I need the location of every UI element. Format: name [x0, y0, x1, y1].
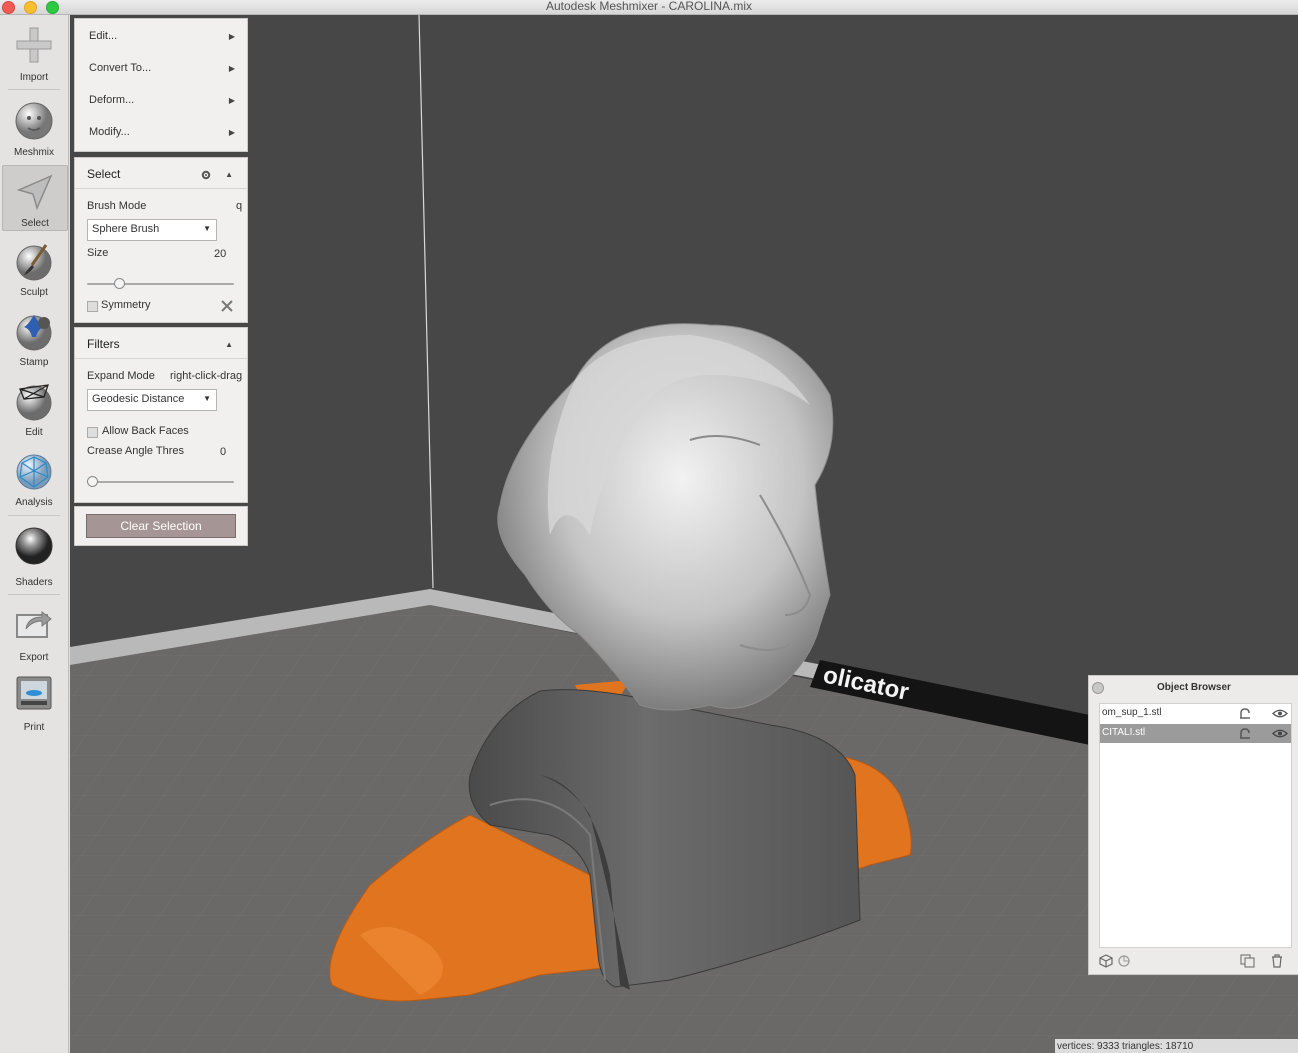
eye-icon[interactable] [1272, 728, 1288, 739]
printer-icon [16, 676, 52, 710]
size-value: 20 [214, 248, 227, 260]
toolbar-analysis-button[interactable]: Analysis [2, 447, 66, 509]
toolbar-export-label: Export [19, 652, 49, 663]
menu-convert-arrow-icon: ▶ [228, 64, 235, 73]
object-lock-icon[interactable] [1238, 707, 1252, 720]
duplicate-icon[interactable] [1240, 954, 1255, 968]
expand-mode-label: Expand Mode [87, 370, 155, 382]
object-lock-icon[interactable] [1238, 727, 1252, 740]
toolbar-import-label: Import [19, 72, 49, 83]
toolbar-sculpt-label: Sculpt [20, 287, 48, 298]
brush-mode-value: Sphere Brush [92, 223, 160, 235]
expand-mode-value: Geodesic Distance [92, 393, 185, 405]
brush-mode-hotkey: q [236, 200, 243, 212]
allow-back-faces-label: Allow Back Faces [102, 425, 189, 437]
chevron-down-icon: ▼ [203, 394, 211, 403]
toolbar-stamp-label: Stamp [19, 357, 49, 368]
panel-divider [75, 358, 247, 359]
symmetry-label: Symmetry [101, 299, 151, 311]
menu-convert-to[interactable]: Convert To... [89, 62, 151, 74]
menu-modify-arrow-icon: ▶ [228, 128, 235, 137]
stamp-icon [16, 315, 52, 351]
object-browser-panel: Object Browser om_sup_1.stl CITALI.stl [1088, 675, 1298, 975]
brush-mode-label: Brush Mode [87, 200, 147, 212]
object-row-selected[interactable]: CITALI.stl [1100, 724, 1291, 743]
window-title: Autodesk Meshmixer - CAROLINA.mix [545, 0, 753, 13]
toolbar-meshmix-button[interactable]: Meshmix [2, 95, 66, 161]
clear-selection-button[interactable]: Clear Selection [86, 514, 236, 538]
expand-mode-hint: right-click-drag [170, 370, 243, 382]
size-slider-handle[interactable] [114, 278, 126, 289]
plus-icon [16, 27, 52, 63]
brush-sphere-icon [16, 244, 52, 281]
mesh-stats: vertices: 9333 triangles: 18710 [1057, 1041, 1194, 1052]
symmetry-checkbox[interactable] [87, 301, 98, 312]
collapse-select-panel-icon[interactable]: ▲ [225, 170, 233, 179]
expand-mode-dropdown[interactable]: Geodesic Distance ▼ [87, 389, 217, 411]
size-label: Size [87, 247, 109, 259]
clear-selection-panel: Clear Selection [74, 506, 248, 546]
size-slider-track[interactable] [87, 283, 234, 285]
pivot-icon[interactable] [1117, 954, 1131, 968]
analysis-mesh-icon [16, 454, 52, 490]
collapse-filters-panel-icon[interactable]: ▲ [225, 340, 233, 349]
toolbar-select-button[interactable]: Select [2, 165, 68, 231]
object-name: om_sup_1.stl [1102, 707, 1162, 718]
allow-back-faces-checkbox[interactable] [87, 427, 98, 438]
toolbar-export-button[interactable]: Export [2, 601, 66, 663]
cube-icon[interactable] [1099, 954, 1113, 968]
crease-angle-slider-handle[interactable] [87, 476, 98, 487]
toolbar-divider [8, 89, 60, 90]
eye-icon[interactable] [1272, 708, 1288, 719]
menu-edit[interactable]: Edit... [89, 30, 117, 42]
filters-panel-title: Filters [87, 337, 120, 351]
toolbar-shaders-button[interactable]: Shaders [2, 522, 66, 588]
toolbar-meshmix-label: Meshmix [13, 147, 54, 158]
toolbar-divider [8, 594, 60, 595]
toolbar-shaders-label: Shaders [15, 577, 53, 588]
build-volume-edge [418, 15, 434, 589]
symmetry-tool-icon[interactable] [220, 299, 234, 313]
select-panel: Select ▲ Brush Mode q Sphere Brush ▼ Siz… [74, 157, 248, 323]
export-icon [16, 610, 52, 638]
crease-angle-slider-track[interactable] [87, 481, 234, 483]
toolbar-sculpt-button[interactable]: Sculpt [2, 237, 66, 299]
toolbar-analysis-label: Analysis [15, 497, 53, 508]
toolbar-divider [8, 515, 60, 516]
main-toolbar: Import Meshmix Select Sculpt Stamp Edit … [0, 15, 69, 1053]
toolbar-import-button[interactable]: Import [2, 21, 66, 87]
gear-icon[interactable] [201, 170, 211, 180]
object-name: CITALI.stl [1102, 727, 1146, 738]
panel-divider [75, 188, 247, 189]
toolbar-edit-button[interactable]: Edit [2, 377, 66, 439]
edit-submenu-panel: Edit... ▶ Convert To... ▶ Deform... ▶ Mo… [74, 18, 248, 152]
object-browser-title: Object Browser [1157, 682, 1231, 693]
edit-mesh-icon [16, 384, 52, 421]
trash-icon[interactable] [1270, 954, 1284, 968]
select-arrow-icon [16, 174, 53, 211]
status-bar: vertices: 9333 triangles: 18710 [1055, 1039, 1298, 1053]
crease-angle-value: 0 [220, 446, 227, 458]
object-row[interactable]: om_sup_1.stl [1100, 704, 1291, 723]
menu-deform-arrow-icon: ▶ [228, 96, 235, 105]
menu-edit-arrow-icon: ▶ [228, 32, 235, 41]
crease-angle-label: Crease Angle Thres [87, 445, 185, 457]
toolbar-edit-label: Edit [25, 427, 43, 438]
title-bar: Autodesk Meshmixer - CAROLINA.mix [0, 0, 1298, 15]
menu-modify[interactable]: Modify... [89, 126, 130, 138]
chrome-sphere-icon [15, 527, 53, 565]
brush-mode-dropdown[interactable]: Sphere Brush ▼ [87, 219, 217, 241]
toolbar-select-label: Select [21, 218, 49, 229]
chevron-down-icon: ▼ [203, 224, 211, 233]
object-list: om_sup_1.stl CITALI.stl [1099, 703, 1292, 948]
filters-panel: Filters ▲ Expand Mode right-click-drag G… [74, 327, 248, 503]
toolbar-print-button[interactable]: Print [2, 671, 66, 733]
menu-deform[interactable]: Deform... [89, 94, 134, 106]
toolbar-print-label: Print [23, 722, 45, 733]
face-sphere-icon [15, 102, 53, 140]
select-panel-title: Select [87, 167, 121, 181]
toolbar-stamp-button[interactable]: Stamp [2, 307, 66, 369]
